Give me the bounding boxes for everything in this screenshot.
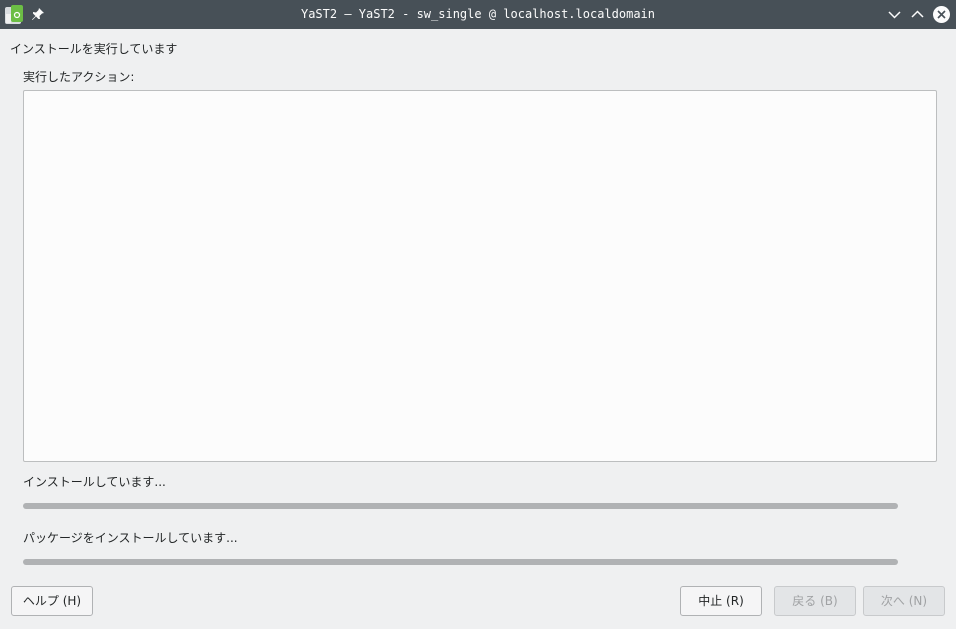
window-title: YaST2 — YaST2 - sw_single @ localhost.lo… <box>300 7 655 21</box>
title-bar[interactable]: YaST2 — YaST2 - sw_single @ localhost.lo… <box>0 0 956 29</box>
package-progress-bar <box>23 559 898 565</box>
actions-label: 実行したアクション: <box>23 70 135 84</box>
next-button[interactable]: 次へ (N) <box>863 586 945 616</box>
chevron-down-icon[interactable] <box>886 6 903 23</box>
help-button[interactable]: ヘルプ (H) <box>11 586 93 616</box>
yast-window: YaST2 — YaST2 - sw_single @ localhost.lo… <box>0 0 956 629</box>
page-heading: インストールを実行しています <box>10 42 178 56</box>
overall-progress-label: インストールしています... <box>23 475 166 489</box>
overall-progress-bar <box>23 503 898 509</box>
package-progress-label: パッケージをインストールしています... <box>23 531 238 545</box>
chevron-up-icon[interactable] <box>909 6 926 23</box>
close-icon[interactable] <box>933 6 950 23</box>
back-button[interactable]: 戻る (B) <box>774 586 856 616</box>
abort-button[interactable]: 中止 (R) <box>680 586 762 616</box>
actions-log[interactable] <box>23 90 937 462</box>
